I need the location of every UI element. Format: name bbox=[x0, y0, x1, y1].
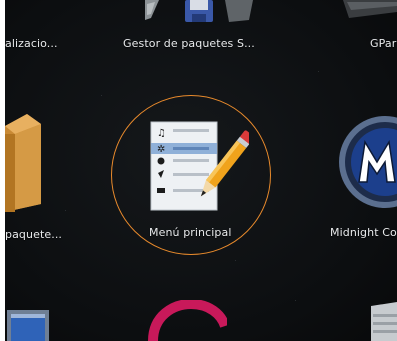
background-speck bbox=[295, 300, 296, 301]
app-label: Gestor de paquetes S... bbox=[123, 37, 255, 50]
background-speck bbox=[235, 260, 236, 261]
svg-text:✲: ✲ bbox=[157, 144, 165, 155]
app-label: GPar bbox=[370, 37, 397, 50]
package-box-icon bbox=[5, 114, 41, 212]
server-icon bbox=[371, 302, 397, 341]
background-speck bbox=[65, 210, 66, 211]
background-speck bbox=[318, 71, 319, 72]
app-label: Menú principal bbox=[149, 226, 232, 239]
app-launcher-grid: alizacio... Gestor de paquetes S... GPar… bbox=[5, 0, 397, 341]
app-label: paquete... bbox=[5, 228, 63, 241]
debian-swirl-icon bbox=[148, 300, 227, 341]
app-label: alizacio... bbox=[5, 37, 58, 50]
window-icon bbox=[7, 310, 49, 341]
background-speck bbox=[101, 95, 102, 96]
menu-editor-icon: ♫ ✲ bbox=[150, 121, 249, 211]
svg-text:♫: ♫ bbox=[157, 128, 166, 139]
app-label: Midnight Co bbox=[330, 226, 397, 239]
gparted-icon bbox=[343, 0, 397, 18]
midnight-commander-icon bbox=[339, 116, 397, 208]
floppy-disk-icon bbox=[145, 0, 253, 22]
